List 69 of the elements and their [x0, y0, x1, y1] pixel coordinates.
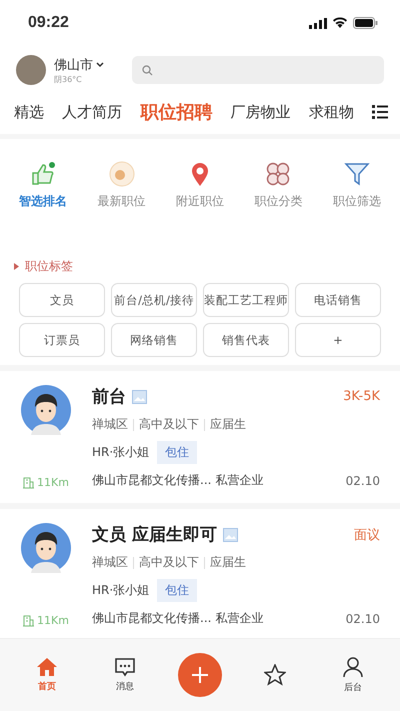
category-tab[interactable]: 人才简历: [62, 102, 122, 122]
job-tag[interactable]: 前台/总机/接待: [111, 283, 197, 317]
four-petal-icon: [265, 161, 292, 187]
chevron-down-icon[interactable]: [96, 62, 104, 68]
post-date: 02.10: [346, 612, 380, 626]
company-text: 佛山市昆都文化传播... 私营企业: [92, 472, 264, 489]
benefit-badge: 包住: [157, 579, 198, 602]
battery-icon: [353, 17, 378, 29]
cartoon-avatar-icon: [21, 385, 71, 435]
quick-link[interactable]: 职位筛选: [320, 161, 393, 210]
job-tag[interactable]: 订票员: [19, 323, 105, 357]
nav-tab[interactable]: 消息: [100, 657, 150, 693]
quick-link[interactable]: 最新职位: [86, 161, 158, 210]
city-selector[interactable]: 佛山市: [54, 56, 93, 74]
job-tag[interactable]: +: [295, 323, 381, 357]
search-icon: [142, 64, 153, 76]
quick-link[interactable]: 附近职位: [164, 161, 236, 210]
plus-icon: [191, 666, 209, 684]
job-tag[interactable]: 电话销售: [295, 283, 381, 317]
job-tag[interactable]: 文员: [19, 283, 105, 317]
wifi-icon: [332, 17, 348, 29]
add-button[interactable]: [178, 653, 222, 697]
cartoon-avatar-icon: [21, 523, 71, 573]
job-detail: 高中及以下: [139, 554, 199, 571]
job-tag[interactable]: 销售代表: [203, 323, 289, 357]
distance-text: 11Km: [37, 614, 69, 627]
category-tab[interactable]: 求租物: [308, 102, 354, 122]
search-field[interactable]: [132, 56, 384, 84]
category-tab[interactable]: 职位招聘: [140, 100, 212, 124]
quick-link[interactable]: 智选排名: [7, 161, 80, 210]
job-detail: 应届生: [210, 554, 246, 571]
chat-bubble-icon: [114, 657, 136, 677]
distance-text: 11Km: [37, 476, 69, 489]
location-pin-icon: [190, 161, 210, 187]
home-icon: [36, 657, 58, 677]
job-tag[interactable]: 装配工艺工程师: [203, 283, 289, 317]
nav-tab[interactable]: 后台: [328, 656, 378, 694]
post-date: 02.10: [346, 474, 380, 488]
filter-icon: [344, 161, 370, 187]
star-icon: [264, 664, 286, 686]
job-title: 文员 应届生即可: [92, 524, 217, 546]
signal-icon: [309, 18, 327, 28]
quick-link[interactable]: 职位分类: [242, 161, 314, 210]
building-icon: [23, 614, 34, 626]
image-icon: [222, 528, 238, 542]
person-icon: [342, 656, 364, 678]
job-title: 前台: [92, 386, 126, 408]
category-tab[interactable]: 精选: [14, 102, 44, 122]
hr-contact: HR·张小姐: [92, 444, 150, 461]
job-detail: 禅城区: [92, 554, 128, 571]
section-title: 职位标签: [25, 258, 73, 275]
weather-text: 阴36°C: [54, 74, 83, 84]
status-time: 09:22: [28, 14, 69, 32]
triangle-bullet-icon: [14, 263, 19, 270]
image-icon: [132, 390, 147, 404]
company-text: 佛山市昆都文化传播... 私营企业: [92, 610, 264, 627]
job-tag[interactable]: 网络销售: [111, 323, 197, 357]
salary-text: 面议: [354, 526, 380, 544]
job-detail: 禅城区: [92, 416, 128, 433]
benefit-badge: 包住: [157, 441, 198, 464]
menu-icon[interactable]: [372, 105, 388, 119]
building-icon: [23, 476, 34, 488]
thumbs-up-icon: [30, 161, 56, 187]
job-detail: 应届生: [210, 416, 246, 433]
hr-contact: HR·张小姐: [92, 582, 150, 599]
category-tab[interactable]: 厂房物业: [230, 102, 291, 122]
job-detail: 高中及以下: [139, 416, 199, 433]
user-avatar[interactable]: [16, 55, 46, 85]
salary-text: 3K-5K: [343, 389, 380, 404]
